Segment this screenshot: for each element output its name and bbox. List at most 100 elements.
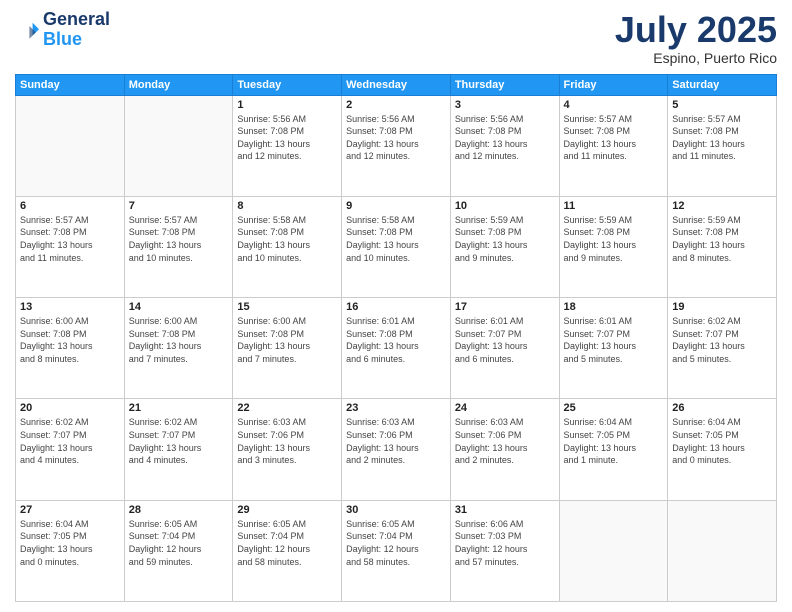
calendar-cell: 11Sunrise: 5:59 AM Sunset: 7:08 PM Dayli… bbox=[559, 196, 668, 297]
day-info: Sunrise: 5:57 AM Sunset: 7:08 PM Dayligh… bbox=[129, 214, 229, 264]
day-info: Sunrise: 6:00 AM Sunset: 7:08 PM Dayligh… bbox=[129, 315, 229, 365]
calendar-cell bbox=[124, 95, 233, 196]
page: General Blue July 2025 Espino, Puerto Ri… bbox=[0, 0, 792, 612]
calendar-cell: 31 Sunrise: 6:06 AM Sunset: 7:03 PM Dayli… bbox=[450, 500, 559, 601]
day-number: 23 bbox=[346, 402, 446, 414]
calendar-cell: 29 Sunrise: 6:05 AM Sunset: 7:04 PM Dayli… bbox=[233, 500, 342, 601]
calendar-cell: 12 Sunrise: 5:59 AM Sunset: 7:08 PM Dayli… bbox=[668, 196, 777, 297]
calendar-cell: 26Sunrise: 6:04 AM Sunset: 7:05 PM Dayli… bbox=[668, 399, 777, 500]
calendar-cell: 7 Sunrise: 5:57 AM Sunset: 7:08 PM Daylig… bbox=[124, 196, 233, 297]
day-info: Sunrise: 5:56 AM Sunset: 7:08 PM Dayligh… bbox=[346, 113, 446, 163]
logo-line1: General bbox=[43, 10, 110, 30]
day-info: Sunrise: 5:57 AM Sunset: 7:08 PM Dayligh… bbox=[564, 113, 664, 163]
weekday-header-sunday: Sunday bbox=[16, 74, 125, 95]
day-info: Sunrise: 6:00 AM Sunset: 7:08 PM Dayligh… bbox=[237, 315, 337, 365]
calendar-cell: 14 Sunrise: 6:00 AM Sunset: 7:08 PM Dayli… bbox=[124, 298, 233, 399]
day-info: Sunrise: 5:59 AM Sunset: 7:08 PM Dayligh… bbox=[672, 214, 772, 264]
day-info: Sunrise: 6:05 AM Sunset: 7:04 PM Dayligh… bbox=[237, 518, 337, 568]
day-number: 1 bbox=[237, 99, 337, 111]
day-info: Sunrise: 6:01 AM Sunset: 7:07 PM Dayligh… bbox=[564, 315, 664, 365]
day-info: Sunrise: 6:06 AM Sunset: 7:03 PM Dayligh… bbox=[455, 518, 555, 568]
calendar-cell: 17Sunrise: 6:01 AM Sunset: 7:07 PM Dayli… bbox=[450, 298, 559, 399]
header: General Blue July 2025 Espino, Puerto Ri… bbox=[15, 10, 777, 66]
location-title: Espino, Puerto Rico bbox=[615, 50, 777, 66]
day-number: 20 bbox=[20, 402, 120, 414]
calendar-cell: 18 Sunrise: 6:01 AM Sunset: 7:07 PM Dayli… bbox=[559, 298, 668, 399]
day-info: Sunrise: 6:05 AM Sunset: 7:04 PM Dayligh… bbox=[346, 518, 446, 568]
weekday-header-thursday: Thursday bbox=[450, 74, 559, 95]
day-number: 10 bbox=[455, 200, 555, 212]
day-info: Sunrise: 6:04 AM Sunset: 7:05 PM Dayligh… bbox=[672, 416, 772, 466]
calendar-cell: 6 Sunrise: 5:57 AM Sunset: 7:08 PM Daylig… bbox=[16, 196, 125, 297]
day-number: 28 bbox=[129, 504, 229, 516]
day-info: Sunrise: 5:57 AM Sunset: 7:08 PM Dayligh… bbox=[20, 214, 120, 264]
calendar-cell bbox=[559, 500, 668, 601]
weekday-header-row: SundayMondayTuesdayWednesdayThursdayFrid… bbox=[16, 74, 777, 95]
calendar-cell bbox=[16, 95, 125, 196]
day-number: 2 bbox=[346, 99, 446, 111]
calendar-week-row-3: 13 Sunrise: 6:00 AM Sunset: 7:08 PM Dayli… bbox=[16, 298, 777, 399]
day-info: Sunrise: 5:56 AM Sunset: 7:08 PM Dayligh… bbox=[237, 113, 337, 163]
weekday-header-tuesday: Tuesday bbox=[233, 74, 342, 95]
day-number: 17 bbox=[455, 301, 555, 313]
day-number: 8 bbox=[237, 200, 337, 212]
calendar-cell: 13Sunrise: 6:00 AM Sunset: 7:08 PM Dayli… bbox=[16, 298, 125, 399]
calendar-cell: 19Sunrise: 6:02 AM Sunset: 7:07 PM Dayli… bbox=[668, 298, 777, 399]
day-info: Sunrise: 6:02 AM Sunset: 7:07 PM Dayligh… bbox=[20, 416, 120, 466]
day-number: 25 bbox=[564, 402, 664, 414]
calendar-cell: 3 Sunrise: 5:56 AM Sunset: 7:08 PM Daylig… bbox=[450, 95, 559, 196]
day-number: 7 bbox=[129, 200, 229, 212]
weekday-header-wednesday: Wednesday bbox=[342, 74, 451, 95]
day-number: 31 bbox=[455, 504, 555, 516]
day-number: 16 bbox=[346, 301, 446, 313]
weekday-header-saturday: Saturday bbox=[668, 74, 777, 95]
calendar-cell: 23 Sunrise: 6:03 AM Sunset: 7:06 PM Dayli… bbox=[342, 399, 451, 500]
calendar-cell: 24 Sunrise: 6:03 AM Sunset: 7:06 PM Dayli… bbox=[450, 399, 559, 500]
day-number: 29 bbox=[237, 504, 337, 516]
day-info: Sunrise: 6:03 AM Sunset: 7:06 PM Dayligh… bbox=[237, 416, 337, 466]
logo-icon bbox=[15, 18, 39, 42]
calendar-cell: 1 Sunrise: 5:56 AM Sunset: 7:08 PM Daylig… bbox=[233, 95, 342, 196]
day-number: 18 bbox=[564, 301, 664, 313]
day-info: Sunrise: 6:04 AM Sunset: 7:05 PM Dayligh… bbox=[20, 518, 120, 568]
weekday-header-friday: Friday bbox=[559, 74, 668, 95]
day-number: 21 bbox=[129, 402, 229, 414]
calendar-week-row-1: 1 Sunrise: 5:56 AM Sunset: 7:08 PM Daylig… bbox=[16, 95, 777, 196]
day-info: Sunrise: 6:05 AM Sunset: 7:04 PM Dayligh… bbox=[129, 518, 229, 568]
calendar-week-row-2: 6 Sunrise: 5:57 AM Sunset: 7:08 PM Daylig… bbox=[16, 196, 777, 297]
calendar-cell: 30Sunrise: 6:05 AM Sunset: 7:04 PM Dayli… bbox=[342, 500, 451, 601]
day-info: Sunrise: 6:04 AM Sunset: 7:05 PM Dayligh… bbox=[564, 416, 664, 466]
calendar-cell: 10 Sunrise: 5:59 AM Sunset: 7:08 PM Dayli… bbox=[450, 196, 559, 297]
day-info: Sunrise: 5:59 AM Sunset: 7:08 PM Dayligh… bbox=[564, 214, 664, 264]
calendar-cell: 25 Sunrise: 6:04 AM Sunset: 7:05 PM Dayli… bbox=[559, 399, 668, 500]
day-number: 24 bbox=[455, 402, 555, 414]
day-number: 6 bbox=[20, 200, 120, 212]
calendar-cell: 22 Sunrise: 6:03 AM Sunset: 7:06 PM Dayli… bbox=[233, 399, 342, 500]
day-number: 14 bbox=[129, 301, 229, 313]
calendar-cell: 5 Sunrise: 5:57 AM Sunset: 7:08 PM Daylig… bbox=[668, 95, 777, 196]
day-info: Sunrise: 5:56 AM Sunset: 7:08 PM Dayligh… bbox=[455, 113, 555, 163]
day-info: Sunrise: 5:59 AM Sunset: 7:08 PM Dayligh… bbox=[455, 214, 555, 264]
day-info: Sunrise: 6:03 AM Sunset: 7:06 PM Dayligh… bbox=[346, 416, 446, 466]
logo-text: General Blue bbox=[43, 10, 110, 50]
day-info: Sunrise: 5:57 AM Sunset: 7:08 PM Dayligh… bbox=[672, 113, 772, 163]
day-info: Sunrise: 6:03 AM Sunset: 7:06 PM Dayligh… bbox=[455, 416, 555, 466]
calendar-week-row-5: 27Sunrise: 6:04 AM Sunset: 7:05 PM Dayli… bbox=[16, 500, 777, 601]
day-number: 3 bbox=[455, 99, 555, 111]
calendar-table: SundayMondayTuesdayWednesdayThursdayFrid… bbox=[15, 74, 777, 602]
calendar-cell bbox=[668, 500, 777, 601]
day-number: 5 bbox=[672, 99, 772, 111]
day-info: Sunrise: 6:02 AM Sunset: 7:07 PM Dayligh… bbox=[129, 416, 229, 466]
calendar-cell: 16Sunrise: 6:01 AM Sunset: 7:08 PM Dayli… bbox=[342, 298, 451, 399]
day-number: 22 bbox=[237, 402, 337, 414]
calendar-cell: 28 Sunrise: 6:05 AM Sunset: 7:04 PM Dayli… bbox=[124, 500, 233, 601]
month-title: July 2025 bbox=[615, 10, 777, 50]
day-number: 13 bbox=[20, 301, 120, 313]
day-number: 12 bbox=[672, 200, 772, 212]
day-info: Sunrise: 5:58 AM Sunset: 7:08 PM Dayligh… bbox=[346, 214, 446, 264]
day-number: 9 bbox=[346, 200, 446, 212]
day-info: Sunrise: 6:02 AM Sunset: 7:07 PM Dayligh… bbox=[672, 315, 772, 365]
calendar-cell: 27Sunrise: 6:04 AM Sunset: 7:05 PM Dayli… bbox=[16, 500, 125, 601]
logo: General Blue bbox=[15, 10, 110, 50]
calendar-week-row-4: 20 Sunrise: 6:02 AM Sunset: 7:07 PM Dayli… bbox=[16, 399, 777, 500]
